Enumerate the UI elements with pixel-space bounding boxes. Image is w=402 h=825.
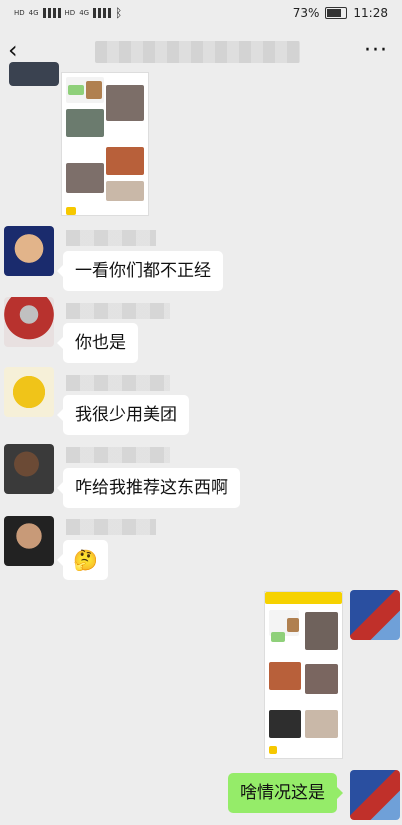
chat-header: ‹ ···: [0, 26, 402, 76]
signal-icon: [42, 8, 61, 18]
message-bubble[interactable]: 我很少用美团: [57, 395, 189, 435]
avatar[interactable]: [4, 297, 54, 347]
sender-name-blurred: [66, 447, 170, 463]
avatar[interactable]: [4, 226, 54, 276]
status-bar: HD 4G HD 4G ᛒ 73% 11:28: [0, 0, 402, 26]
sender-name-blurred: [66, 230, 156, 246]
message-bubble[interactable]: 一看你们都不正经: [57, 251, 223, 291]
battery-percent: 73%: [292, 6, 320, 20]
avatar[interactable]: [350, 590, 400, 640]
message-bubble[interactable]: 啥情况这是: [228, 773, 343, 813]
hd-badge-2: HD: [64, 8, 76, 17]
avatar[interactable]: [350, 770, 400, 820]
avatar[interactable]: [4, 367, 54, 417]
bluetooth-icon: ᛒ: [115, 6, 123, 20]
sender-name-blurred: [66, 519, 156, 535]
image-message[interactable]: [264, 591, 343, 759]
more-icon[interactable]: ···: [364, 38, 388, 63]
message-bubble[interactable]: 你也是: [57, 323, 138, 363]
chat-title-blurred: [95, 41, 300, 63]
avatar[interactable]: [4, 516, 54, 566]
sender-name-blurred: [66, 303, 170, 319]
battery-icon: [325, 7, 348, 19]
message-bubble[interactable]: 咋给我推荐这东西啊: [57, 468, 240, 508]
emoji-bubble[interactable]: 🤔: [57, 540, 108, 580]
network-label-2: 4G: [79, 8, 90, 17]
network-label: 4G: [28, 8, 39, 17]
avatar[interactable]: [4, 444, 54, 494]
signal-icon-2: [93, 8, 112, 18]
sender-name-blurred: [66, 375, 170, 391]
chevron-left-icon[interactable]: ‹: [8, 38, 34, 64]
avatar[interactable]: [9, 62, 59, 86]
hd-badge: HD: [14, 8, 25, 17]
image-message[interactable]: [61, 72, 149, 216]
clock: 11:28: [353, 6, 388, 20]
